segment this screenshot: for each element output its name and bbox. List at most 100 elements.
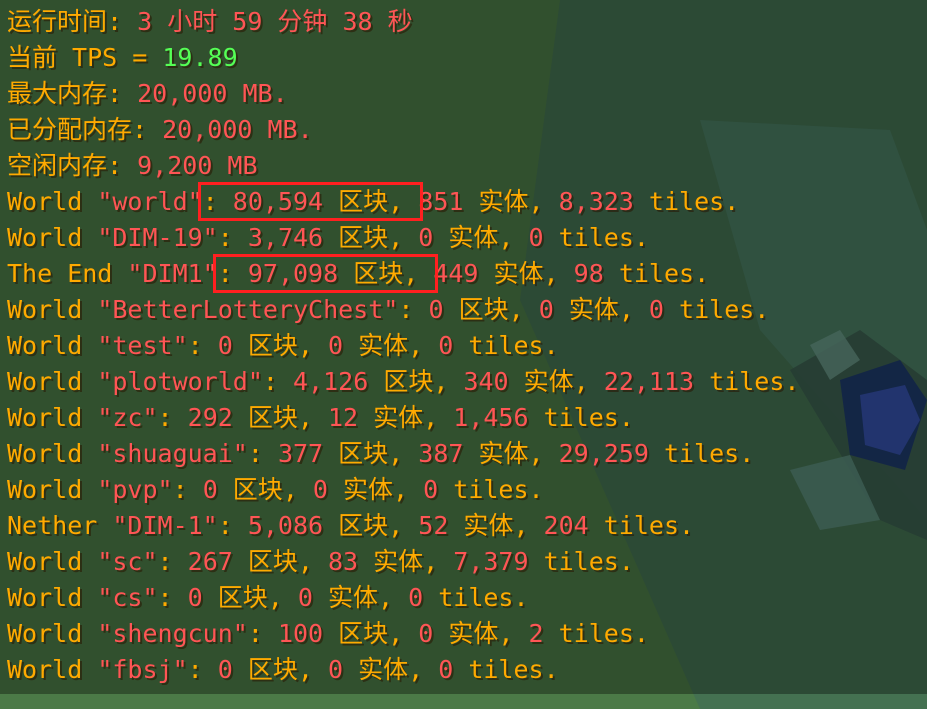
tile-count: 8,323 [558, 187, 634, 216]
world-type-label: World [7, 583, 98, 612]
highlight-box: : 80,594 区块, [197, 182, 424, 221]
entity-unit-label: 实体 [312, 583, 378, 612]
separator: , [393, 475, 424, 504]
entity-count: 387 [418, 439, 464, 468]
chunk-count: 4,126 [293, 367, 369, 396]
entity-count: 0 [538, 295, 554, 324]
entity-count: 851 [418, 187, 464, 216]
chunk-unit-label: 区块 [232, 403, 298, 432]
tps-line: 当前 TPS = 19.89 [0, 40, 927, 76]
world-name: "cs" [97, 583, 158, 612]
max-memory-value: 20,000 MB. [137, 79, 288, 108]
chunk-count: 0 [428, 295, 444, 324]
tile-unit-label: tiles. [648, 439, 755, 468]
separator: , [618, 295, 649, 324]
world-stats-line: World "DIM-19": 3,746 区块, 0 实体, 0 tiles. [0, 220, 927, 256]
separator: : [187, 655, 218, 684]
allocated-memory-line: 已分配内存: 20,000 MB. [0, 112, 927, 148]
separator: : [157, 403, 188, 432]
separator: : [247, 439, 278, 468]
chunk-unit-label: 区块 [443, 295, 509, 324]
tile-unit-label: tiles. [453, 655, 559, 684]
world-stats-list: World "world": 80,594 区块, 851 实体, 8,323 … [0, 182, 927, 688]
entity-unit-label: 实体 [327, 475, 394, 504]
world-stats-line: Nether "DIM-1": 5,086 区块, 52 实体, 204 til… [0, 508, 927, 544]
separator: , [423, 403, 454, 432]
separator: , [388, 223, 419, 252]
world-type-label: World [7, 619, 98, 648]
tile-count: 0 [408, 583, 424, 612]
tile-unit-label: tiles. [423, 583, 529, 612]
world-type-label: World [7, 223, 98, 252]
chunk-unit-label: 区块 [323, 619, 389, 648]
world-type-label: World [7, 367, 98, 396]
chunk-unit-label: 区块 [338, 259, 404, 288]
tile-unit-label: tiles. [588, 511, 695, 540]
world-type-label: World [7, 655, 98, 684]
world-type-label: World [7, 439, 98, 468]
chunk-unit-label: 区块 [232, 547, 298, 576]
tps-value: 19.89 [162, 43, 238, 72]
allocated-memory-value: 20,000 MB. [162, 115, 313, 144]
world-type-label: The End [7, 259, 128, 288]
separator: , [378, 583, 409, 612]
entity-unit-label: 实体 [478, 259, 544, 288]
entity-unit-label: 实体 [358, 403, 424, 432]
tile-count: 0 [648, 295, 664, 324]
highlight-box: : 97,098 区块, [212, 254, 439, 293]
separator: : [157, 547, 188, 576]
world-type-label: World [7, 295, 98, 324]
world-type-label: World [7, 475, 98, 504]
chunk-unit-label: 区块 [323, 223, 389, 252]
separator: , [267, 583, 298, 612]
tile-count: 204 [543, 511, 589, 540]
world-stats-line: World "shuaguai": 377 区块, 387 实体, 29,259… [0, 436, 927, 472]
entity-unit-label: 实体 [463, 187, 529, 216]
max-memory-label: 最大内存: [7, 79, 138, 108]
chunk-count: 97,098 [247, 259, 339, 288]
tile-count: 0 [438, 655, 454, 684]
entity-count: 0 [297, 583, 313, 612]
entity-unit-label: 实体 [433, 619, 499, 648]
separator: , [297, 547, 328, 576]
world-type-label: World [7, 403, 98, 432]
chunk-count: 100 [277, 619, 324, 648]
separator: : [262, 367, 293, 396]
tile-unit-label: tiles. [694, 367, 800, 396]
world-name: "DIM1" [127, 259, 218, 288]
chunk-unit-label: 区块 [323, 187, 389, 216]
tps-label: 当前 TPS = [7, 43, 163, 72]
world-name: "DIM-1" [112, 511, 218, 540]
world-name: "fbsj" [97, 655, 188, 684]
chunk-count: 3,746 [247, 223, 324, 252]
tile-unit-label: tiles. [528, 547, 634, 576]
free-memory-line: 空闲内存: 9,200 MB [0, 148, 927, 184]
separator: , [388, 187, 419, 216]
world-stats-line: The End "DIM1": 97,098 区块, 449 实体, 98 ti… [0, 254, 927, 293]
entity-count: 0 [418, 223, 434, 252]
world-stats-line: World "pvp": 0 区块, 0 实体, 0 tiles. [0, 472, 927, 508]
world-stats-line: World "fbsj": 0 区块, 0 实体, 0 tiles. [0, 652, 927, 688]
server-status-chat-output: 运行时间: 3 小时 59 分钟 38 秒 当前 TPS = 19.89 最大内… [0, 0, 927, 694]
uptime-value: 3 小时 59 分钟 38 秒 [137, 7, 413, 36]
separator: : [187, 331, 218, 360]
chunk-count: 80,594 [232, 187, 324, 216]
tile-unit-label: tiles. [543, 223, 649, 252]
world-name: "sc" [97, 547, 158, 576]
separator: , [408, 655, 439, 684]
tile-count: 0 [423, 475, 439, 504]
tile-count: 2 [528, 619, 544, 648]
world-stats-line: World "zc": 292 区块, 12 实体, 1,456 tiles. [0, 400, 927, 436]
separator: : [157, 583, 188, 612]
separator: , [297, 403, 328, 432]
separator: , [498, 223, 529, 252]
chunk-count: 0 [202, 475, 218, 504]
separator: , [543, 259, 574, 288]
separator: , [388, 439, 419, 468]
tile-count: 0 [438, 331, 454, 360]
separator: , [528, 187, 559, 216]
world-stats-line: World "cs": 0 区块, 0 实体, 0 tiles. [0, 580, 927, 616]
world-name: "shengcun" [97, 619, 248, 648]
separator: : [247, 619, 278, 648]
tile-count: 0 [528, 223, 544, 252]
